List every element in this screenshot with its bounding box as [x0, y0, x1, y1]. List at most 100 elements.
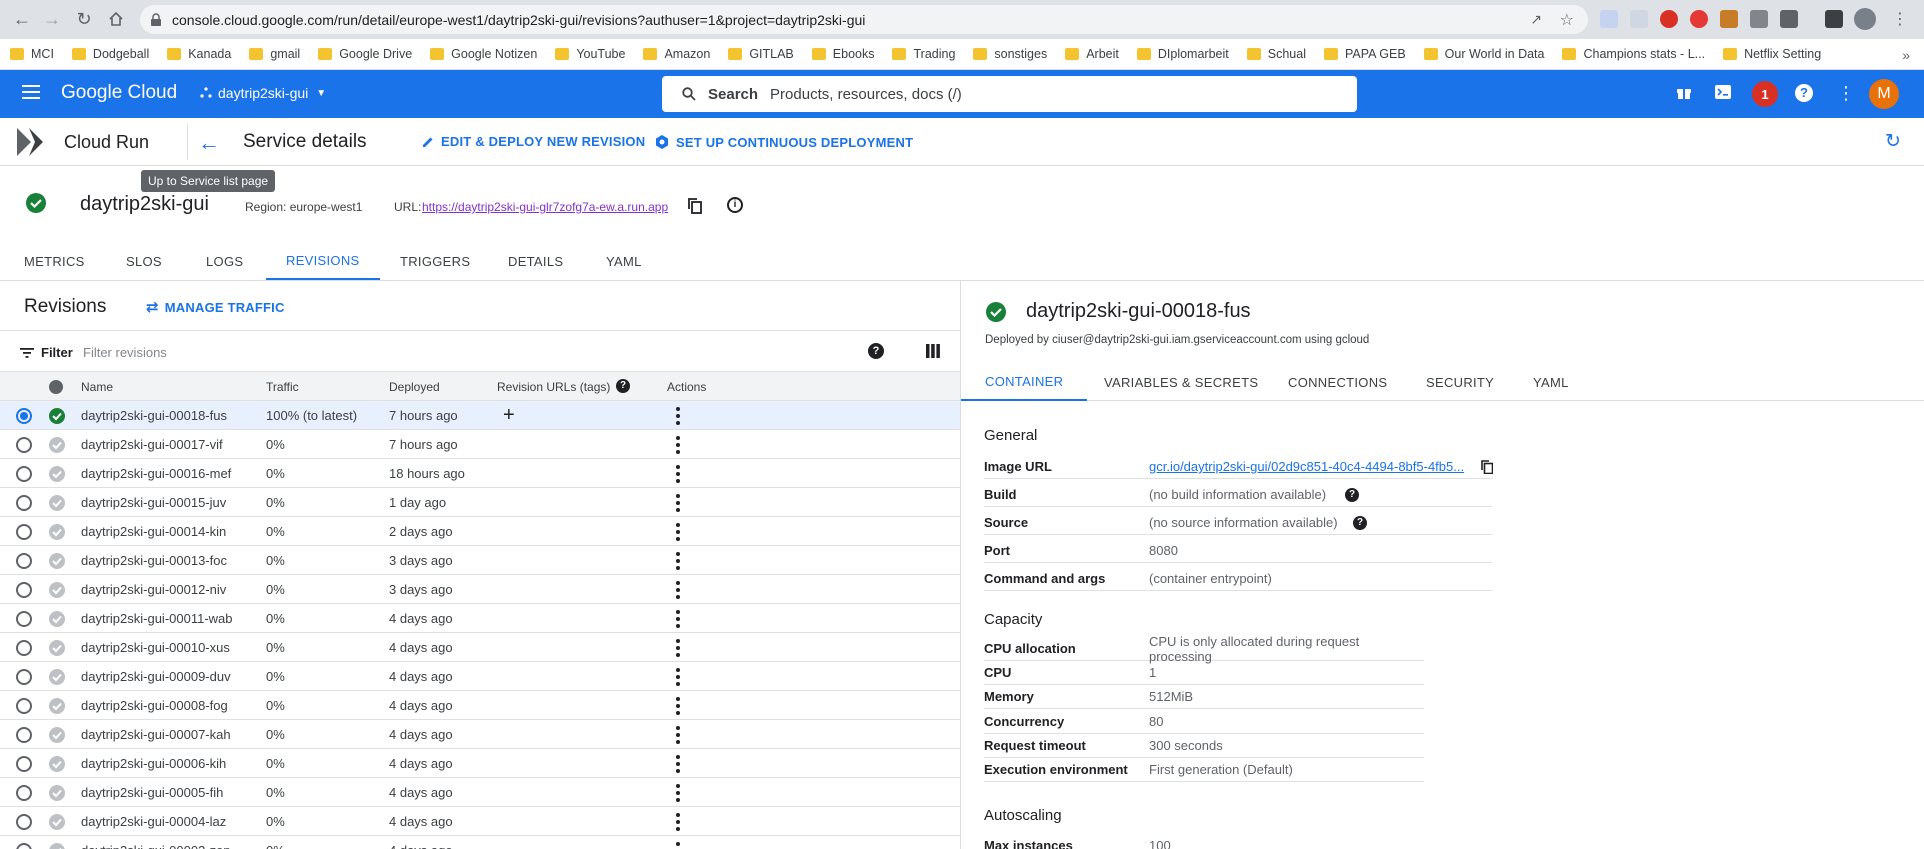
bookmark-item[interactable]: MCI: [10, 47, 54, 61]
help-icon[interactable]: ?: [1345, 488, 1359, 502]
reload-icon[interactable]: ↻: [72, 7, 96, 31]
hamburger-menu-icon[interactable]: [22, 85, 40, 99]
column-name[interactable]: Name: [81, 380, 113, 394]
row-radio-button[interactable]: [16, 408, 32, 424]
bookmark-item[interactable]: YouTube: [555, 47, 625, 61]
row-actions-icon[interactable]: [676, 494, 680, 512]
row-actions-icon[interactable]: [676, 610, 680, 628]
table-row[interactable]: daytrip2ski-gui-00008-fog 0% 4 days ago: [0, 691, 960, 720]
image-url-link[interactable]: gcr.io/daytrip2ski-gui/02d9c851-40c4-449…: [1149, 459, 1464, 474]
bookmark-item[interactable]: Google Drive: [318, 47, 412, 61]
column-deployed[interactable]: Deployed: [389, 380, 440, 394]
info-icon[interactable]: i: [727, 197, 743, 213]
add-tag-icon[interactable]: +: [503, 401, 515, 430]
row-actions-icon[interactable]: [676, 755, 680, 773]
bookmark-item[interactable]: Google Notizen: [430, 47, 537, 61]
browser-menu-icon[interactable]: ⋮: [1888, 7, 1912, 31]
filter-input[interactable]: Filter revisions: [83, 345, 167, 360]
row-radio-button[interactable]: [16, 437, 32, 453]
revision-name[interactable]: daytrip2ski-gui-00007-kah: [81, 720, 231, 749]
row-radio-button[interactable]: [16, 814, 32, 830]
bookmark-item[interactable]: Arbeit: [1065, 47, 1119, 61]
row-actions-icon[interactable]: [676, 436, 680, 454]
puzzle-icon[interactable]: [1780, 10, 1798, 28]
help-icon[interactable]: ?: [1795, 84, 1813, 102]
revision-name[interactable]: daytrip2ski-gui-00011-wab: [81, 604, 233, 633]
copy-icon[interactable]: [688, 198, 702, 214]
more-vert-icon[interactable]: ⋮: [1837, 83, 1855, 104]
row-actions-icon[interactable]: [676, 639, 680, 657]
bookmark-item[interactable]: gmail: [249, 47, 300, 61]
revision-name[interactable]: daytrip2ski-gui-00003-zep: [81, 836, 231, 849]
manage-traffic-button[interactable]: ⇄ MANAGE TRAFFIC: [146, 298, 285, 316]
row-radio-button[interactable]: [16, 611, 32, 627]
revision-name[interactable]: daytrip2ski-gui-00012-niv: [81, 575, 226, 604]
revision-name[interactable]: daytrip2ski-gui-00014-kin: [81, 517, 226, 546]
brand-logo[interactable]: Google Cloud: [61, 82, 177, 104]
row-actions-icon[interactable]: [676, 668, 680, 686]
tab-metrics[interactable]: METRICS: [24, 242, 85, 280]
bookmark-item[interactable]: sonstiges: [973, 47, 1047, 61]
tab-slos[interactable]: SLOS: [126, 242, 162, 280]
bookmark-item[interactable]: Netflix Setting: [1723, 47, 1821, 61]
profile-avatar[interactable]: [1854, 8, 1876, 30]
extension-icon[interactable]: [1690, 10, 1708, 28]
cloud-shell-icon[interactable]: [1715, 85, 1731, 99]
account-avatar[interactable]: M: [1869, 79, 1899, 109]
table-row[interactable]: daytrip2ski-gui-00014-kin 0% 2 days ago: [0, 517, 960, 546]
row-actions-icon[interactable]: [676, 465, 680, 483]
back-icon[interactable]: ←: [10, 7, 34, 31]
table-row[interactable]: daytrip2ski-gui-00009-duv 0% 4 days ago: [0, 662, 960, 691]
star-icon[interactable]: ☆: [1560, 10, 1574, 30]
extension-icon[interactable]: [1600, 10, 1618, 28]
adblock-icon[interactable]: [1660, 10, 1678, 28]
revision-name[interactable]: daytrip2ski-gui-00008-fog: [81, 691, 228, 720]
bookmark-item[interactable]: Ebooks: [811, 47, 874, 61]
back-arrow-icon[interactable]: ←: [198, 130, 220, 156]
edit-deploy-button[interactable]: EDIT & DEPLOY NEW REVISION: [421, 134, 645, 149]
row-actions-icon[interactable]: [676, 581, 680, 599]
bookmark-item[interactable]: Champions stats - L...: [1562, 47, 1705, 61]
detail-tab-variables-secrets[interactable]: VARIABLES & SECRETS: [1104, 363, 1258, 401]
row-radio-button[interactable]: [16, 756, 32, 772]
row-actions-icon[interactable]: [676, 407, 680, 425]
row-radio-button[interactable]: [16, 669, 32, 685]
bookmark-item[interactable]: Kanada: [167, 47, 231, 61]
revision-name[interactable]: daytrip2ski-gui-00016-mef: [81, 459, 231, 488]
row-radio-button[interactable]: [16, 727, 32, 743]
more-bookmarks-icon[interactable]: »: [1902, 47, 1910, 63]
bookmark-item[interactable]: Our World in Data: [1423, 47, 1544, 61]
table-row[interactable]: daytrip2ski-gui-00005-fih 0% 4 days ago: [0, 778, 960, 807]
bookmark-item[interactable]: DIplomarbeit: [1136, 47, 1229, 61]
forward-icon[interactable]: →: [40, 7, 64, 31]
table-row[interactable]: daytrip2ski-gui-00016-mef 0% 18 hours ago: [0, 459, 960, 488]
row-actions-icon[interactable]: [676, 697, 680, 715]
revision-name[interactable]: daytrip2ski-gui-00015-juv: [81, 488, 226, 517]
refresh-icon[interactable]: ↻: [1885, 130, 1901, 153]
tab-details[interactable]: DETAILS: [508, 242, 563, 280]
detail-tab-security[interactable]: SECURITY: [1426, 363, 1494, 401]
extension-icon[interactable]: [1720, 10, 1738, 28]
table-row[interactable]: daytrip2ski-gui-00013-foc 0% 3 days ago: [0, 546, 960, 575]
row-radio-button[interactable]: [16, 843, 32, 849]
table-row[interactable]: daytrip2ski-gui-00017-vif 0% 7 hours ago: [0, 430, 960, 459]
detail-tab-yaml[interactable]: YAML: [1533, 363, 1569, 401]
row-radio-button[interactable]: [16, 466, 32, 482]
revision-name[interactable]: daytrip2ski-gui-00018-fus: [81, 401, 227, 430]
continuous-deployment-button[interactable]: SET UP CONTINUOUS DEPLOYMENT: [654, 134, 913, 150]
revision-name[interactable]: daytrip2ski-gui-00009-duv: [81, 662, 231, 691]
filter-button[interactable]: Filter: [20, 345, 73, 360]
row-radio-button[interactable]: [16, 640, 32, 656]
row-actions-icon[interactable]: [676, 726, 680, 744]
bookmark-item[interactable]: Schual: [1246, 47, 1306, 61]
table-row[interactable]: daytrip2ski-gui-00007-kah 0% 4 days ago: [0, 720, 960, 749]
row-radio-button[interactable]: [16, 785, 32, 801]
extension-icon[interactable]: [1750, 10, 1768, 28]
revision-name[interactable]: daytrip2ski-gui-00013-foc: [81, 546, 227, 575]
table-row[interactable]: daytrip2ski-gui-00006-kih 0% 4 days ago: [0, 749, 960, 778]
bookmark-item[interactable]: Dodgeball: [71, 47, 149, 61]
row-actions-icon[interactable]: [676, 842, 680, 849]
tab-logs[interactable]: LOGS: [206, 242, 243, 280]
bookmark-item[interactable]: GITLAB: [728, 47, 794, 61]
table-row[interactable]: daytrip2ski-gui-00015-juv 0% 1 day ago: [0, 488, 960, 517]
